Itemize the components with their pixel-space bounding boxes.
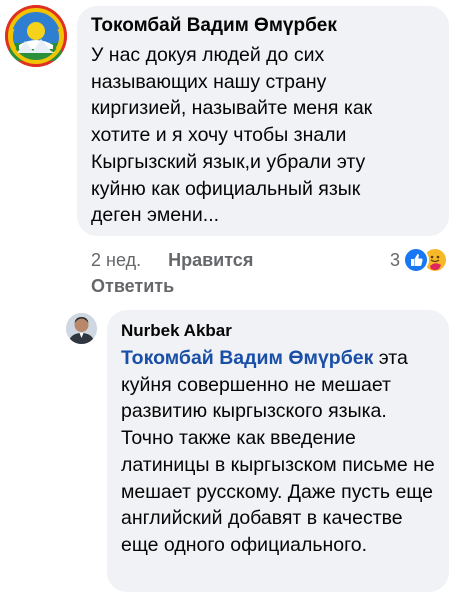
user-photo-avatar [66, 313, 97, 344]
comment-time[interactable]: 2 нед. [91, 250, 141, 270]
like-button[interactable]: Нравится [168, 250, 253, 270]
reaction-count: 3 [390, 249, 401, 270]
reply-text: Токомбай Вадим Өмүрбек эта куйня соверше… [121, 345, 441, 559]
comment-actions: 2 нед. Нравится Ответить [91, 247, 291, 299]
reply: Nurbek Akbar Токомбай Вадим Өмүрбек эта … [0, 300, 464, 600]
kyrgyz-emblem-icon [5, 5, 67, 67]
like-icon [403, 247, 430, 273]
reply-button[interactable]: Ответить [91, 273, 291, 299]
avatar[interactable] [5, 5, 67, 67]
comment: Токомбай Вадим Өмүрбек У нас докуя людей… [0, 0, 464, 300]
comment-text: У нас докуя людей до сих называющих нашу… [91, 44, 373, 227]
reaction-summary[interactable]: 3 [390, 247, 449, 273]
comment-author[interactable]: Токомбай Вадим Өмүрбек [91, 13, 337, 38]
avatar[interactable] [66, 313, 97, 344]
reply-text-body: эта куйня совершенно не мешает развитию … [121, 347, 435, 556]
mention-link[interactable]: Токомбай Вадим Өмүрбек [121, 347, 373, 369]
reply-author[interactable]: Nurbek Akbar [121, 320, 232, 342]
